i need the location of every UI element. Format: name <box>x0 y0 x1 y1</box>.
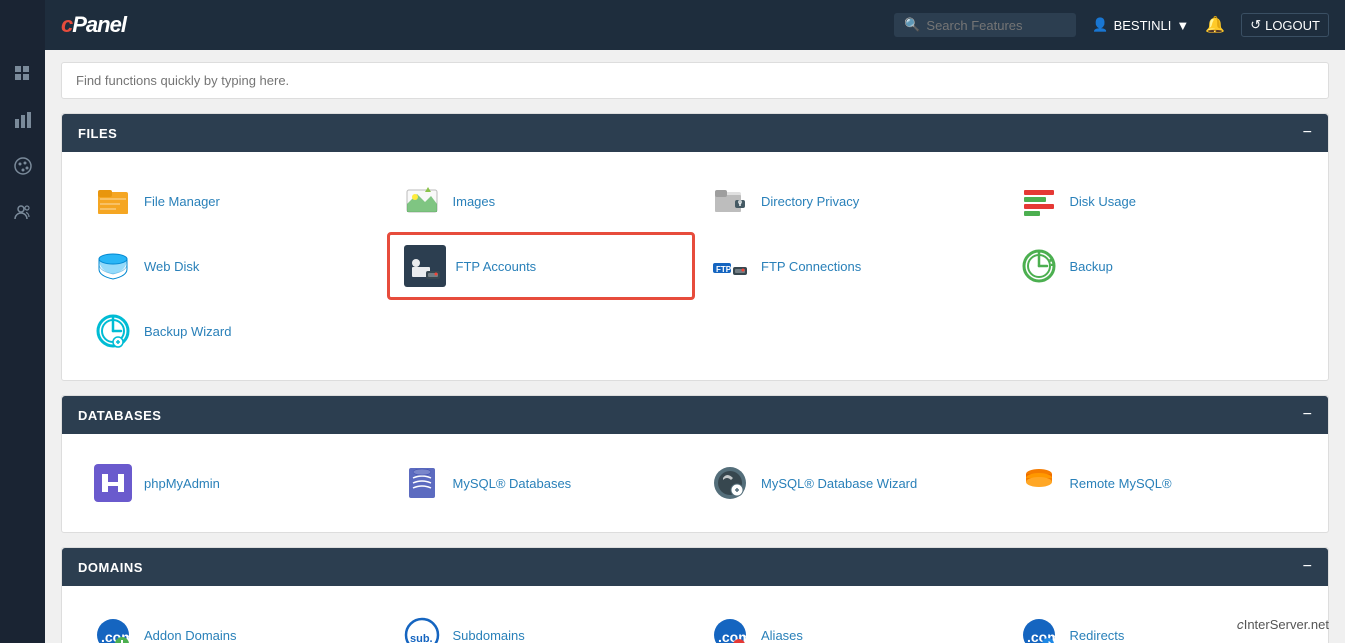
ftp-connections-icon: FTP <box>709 245 751 287</box>
users-icon[interactable] <box>9 198 37 226</box>
domains-collapse-button[interactable]: − <box>1303 558 1312 576</box>
logout-label: LOGOUT <box>1265 18 1320 33</box>
ftp-connections-item[interactable]: FTP FTP Connections <box>695 232 1004 300</box>
addon-domains-item[interactable]: .com Addon Domains <box>78 604 387 643</box>
databases-section: DATABASES − phpMyAdmin <box>61 395 1329 533</box>
mysql-wizard-icon <box>709 462 751 504</box>
aliases-link[interactable]: Aliases <box>761 628 803 643</box>
phpmyadmin-link[interactable]: phpMyAdmin <box>144 476 220 491</box>
remote-mysql-link[interactable]: Remote MySQL® <box>1070 476 1172 491</box>
logo: cPanel <box>61 12 126 38</box>
header-search-input[interactable] <box>926 18 1066 33</box>
interserver-logo: 𝑐InterServer.net <box>1237 617 1329 633</box>
addon-domains-link[interactable]: Addon Domains <box>144 628 237 643</box>
aliases-item[interactable]: .com Aliases <box>695 604 1004 643</box>
files-collapse-button[interactable]: − <box>1303 124 1312 142</box>
phpmyadmin-item[interactable]: phpMyAdmin <box>78 452 387 514</box>
directory-privacy-icon <box>709 180 751 222</box>
username-label: BESTINLI <box>1114 18 1172 33</box>
backup-wizard-item[interactable]: Backup Wizard <box>78 300 387 362</box>
file-manager-link[interactable]: File Manager <box>144 194 220 209</box>
images-item[interactable]: Images <box>387 170 696 232</box>
files-section: FILES − Fil <box>61 113 1329 381</box>
domains-section-header: DOMAINS − <box>62 548 1328 586</box>
mysql-databases-icon <box>401 462 443 504</box>
file-manager-icon <box>92 180 134 222</box>
images-link[interactable]: Images <box>453 194 496 209</box>
backup-icon <box>1018 245 1060 287</box>
svg-text:.com: .com <box>718 629 749 643</box>
backup-wizard-icon <box>92 310 134 352</box>
backup-link[interactable]: Backup <box>1070 259 1113 274</box>
remote-mysql-icon <box>1018 462 1060 504</box>
ftp-accounts-item[interactable]: FTP Accounts <box>387 232 696 300</box>
bell-icon[interactable]: 🔔 <box>1205 15 1225 35</box>
mysql-wizard-link[interactable]: MySQL® Database Wizard <box>761 476 917 491</box>
chart-icon[interactable] <box>9 106 37 134</box>
backup-item[interactable]: Backup <box>1004 232 1313 300</box>
function-search-input[interactable] <box>61 62 1329 99</box>
palette-icon[interactable] <box>9 152 37 180</box>
subdomains-icon: sub. <box>401 614 443 643</box>
header: cPanel 🔍 👤 BESTINLI ▼ 🔔 ↺ LOGOUT <box>45 0 1345 50</box>
redirects-icon: .com <box>1018 614 1060 643</box>
ftp-accounts-icon <box>404 245 446 287</box>
addon-domains-icon: .com <box>92 614 134 643</box>
domains-section-title: DOMAINS <box>78 560 143 575</box>
disk-usage-icon <box>1018 180 1060 222</box>
svg-text:FTP: FTP <box>716 265 732 274</box>
databases-section-title: DATABASES <box>78 408 161 423</box>
svg-text:.com: .com <box>1027 629 1058 643</box>
domains-section: DOMAINS − .com Addon Domain <box>61 547 1329 643</box>
svg-text:sub.: sub. <box>410 633 433 643</box>
phpmyadmin-icon <box>92 462 134 504</box>
redirects-link[interactable]: Redirects <box>1070 628 1125 643</box>
databases-section-header: DATABASES − <box>62 396 1328 434</box>
web-disk-link[interactable]: Web Disk <box>144 259 199 274</box>
files-section-header: FILES − <box>62 114 1328 152</box>
ftp-accounts-link[interactable]: FTP Accounts <box>456 259 537 274</box>
mysql-wizard-item[interactable]: MySQL® Database Wizard <box>695 452 1004 514</box>
images-icon <box>401 180 443 222</box>
subdomains-item[interactable]: sub. Subdomains <box>387 604 696 643</box>
files-section-body: File Manager Images <box>62 152 1328 380</box>
disk-usage-link[interactable]: Disk Usage <box>1070 194 1136 209</box>
content-area: FILES − Fil <box>45 50 1345 643</box>
domains-section-body: .com Addon Domains sub. <box>62 586 1328 643</box>
file-manager-item[interactable]: File Manager <box>78 170 387 232</box>
web-disk-item[interactable]: Web Disk <box>78 232 387 300</box>
databases-collapse-button[interactable]: − <box>1303 406 1312 424</box>
logout-icon: ↺ <box>1250 17 1261 33</box>
grid-icon[interactable] <box>9 60 37 88</box>
header-search-box: 🔍 <box>894 13 1076 37</box>
files-section-title: FILES <box>78 126 117 141</box>
logout-button[interactable]: ↺ LOGOUT <box>1241 13 1329 37</box>
mysql-databases-item[interactable]: MySQL® Databases <box>387 452 696 514</box>
search-icon: 🔍 <box>904 17 920 33</box>
user-icon: 👤 <box>1092 17 1108 33</box>
directory-privacy-link[interactable]: Directory Privacy <box>761 194 859 209</box>
user-menu[interactable]: 👤 BESTINLI ▼ <box>1092 17 1189 33</box>
sidebar <box>0 0 45 643</box>
directory-privacy-item[interactable]: Directory Privacy <box>695 170 1004 232</box>
aliases-icon: .com <box>709 614 751 643</box>
databases-section-body: phpMyAdmin MySQL® Databa <box>62 434 1328 532</box>
subdomains-link[interactable]: Subdomains <box>453 628 525 643</box>
disk-usage-item[interactable]: Disk Usage <box>1004 170 1313 232</box>
chevron-down-icon: ▼ <box>1176 18 1189 33</box>
remote-mysql-item[interactable]: Remote MySQL® <box>1004 452 1313 514</box>
backup-wizard-link[interactable]: Backup Wizard <box>144 324 231 339</box>
ftp-connections-link[interactable]: FTP Connections <box>761 259 861 274</box>
mysql-databases-link[interactable]: MySQL® Databases <box>453 476 572 491</box>
header-right: 🔍 👤 BESTINLI ▼ 🔔 ↺ LOGOUT <box>894 13 1329 37</box>
web-disk-icon <box>92 245 134 287</box>
main-wrapper: cPanel 🔍 👤 BESTINLI ▼ 🔔 ↺ LOGOUT <box>45 0 1345 643</box>
